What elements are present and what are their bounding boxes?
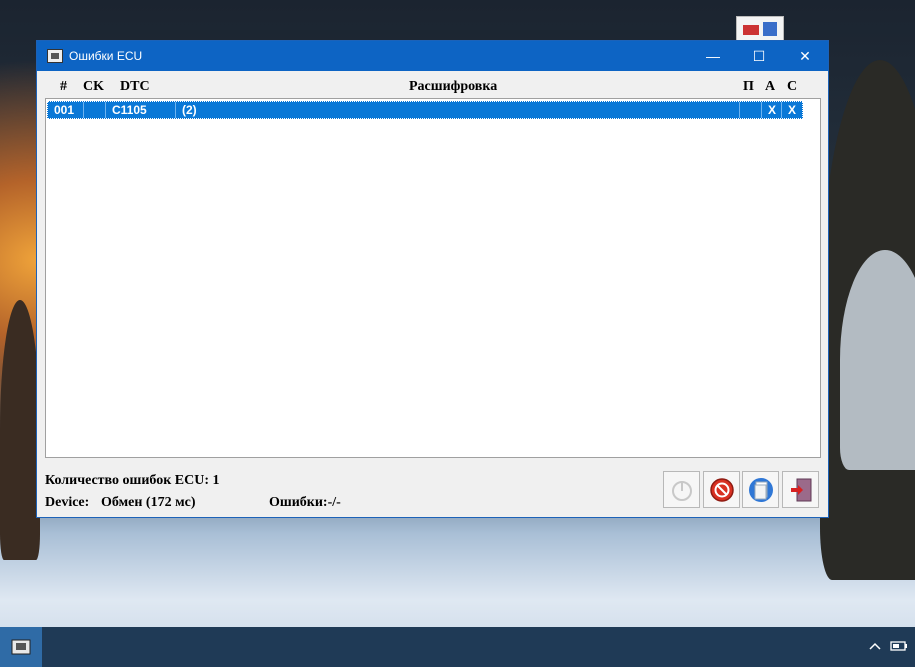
app-taskbar-icon: [11, 639, 31, 655]
app-icon: [47, 49, 63, 63]
column-header-ck[interactable]: CK: [83, 79, 104, 95]
cell-dtc: C1105: [106, 102, 176, 118]
clear-errors-icon: [709, 477, 734, 502]
cell-number: 001: [48, 102, 84, 118]
table-header: # CK DTC Расшифровка П А С: [45, 79, 821, 97]
minimize-button[interactable]: —: [690, 41, 736, 71]
desktop-shortcut-icon[interactable]: [736, 16, 784, 42]
cell-ck: [84, 102, 106, 118]
close-button[interactable]: ✕: [782, 41, 828, 71]
cell-c: X: [788, 103, 797, 117]
exit-icon: [790, 478, 811, 501]
info-icon: [671, 480, 692, 501]
device-label: Device:: [45, 495, 90, 510]
cell-a: X: [762, 102, 782, 118]
exit-button[interactable]: [782, 471, 819, 508]
clear-errors-button[interactable]: [703, 471, 740, 508]
chevron-up-icon[interactable]: [868, 641, 882, 651]
errors-list[interactable]: 001 C1105 (2) X X: [45, 98, 821, 458]
column-header-description[interactable]: Расшифровка: [409, 79, 497, 95]
device-status-value: Обмен (172 мс): [101, 495, 196, 510]
ecu-errors-window: Ошибки ECU — ☐ ✕ # CK DTC Расшифровка П …: [36, 40, 829, 518]
taskbar: [0, 627, 915, 667]
save-report-icon: [748, 477, 773, 502]
errors-status-label: Ошибки:-/-: [269, 495, 341, 510]
column-header-p[interactable]: П: [743, 79, 754, 95]
column-header-dtc[interactable]: DTC: [120, 79, 150, 95]
column-header-number[interactable]: #: [60, 79, 67, 95]
window-title: Ошибки ECU: [69, 49, 143, 63]
title-bar[interactable]: Ошибки ECU — ☐ ✕: [37, 41, 828, 71]
battery-icon[interactable]: [890, 640, 908, 652]
background-tree: [0, 300, 40, 560]
taskbar-app-button[interactable]: [0, 627, 42, 667]
table-row[interactable]: 001 C1105 (2) X X: [47, 101, 803, 119]
info-button[interactable]: [663, 471, 700, 508]
column-header-a[interactable]: А: [765, 79, 775, 95]
column-header-c[interactable]: С: [787, 79, 797, 95]
save-report-button[interactable]: [742, 471, 779, 508]
cell-description: (2): [176, 102, 740, 118]
error-count-label: Количество ошибок ECU: 1: [45, 473, 220, 488]
cell-p: [740, 102, 762, 118]
maximize-button[interactable]: ☐: [736, 41, 782, 71]
